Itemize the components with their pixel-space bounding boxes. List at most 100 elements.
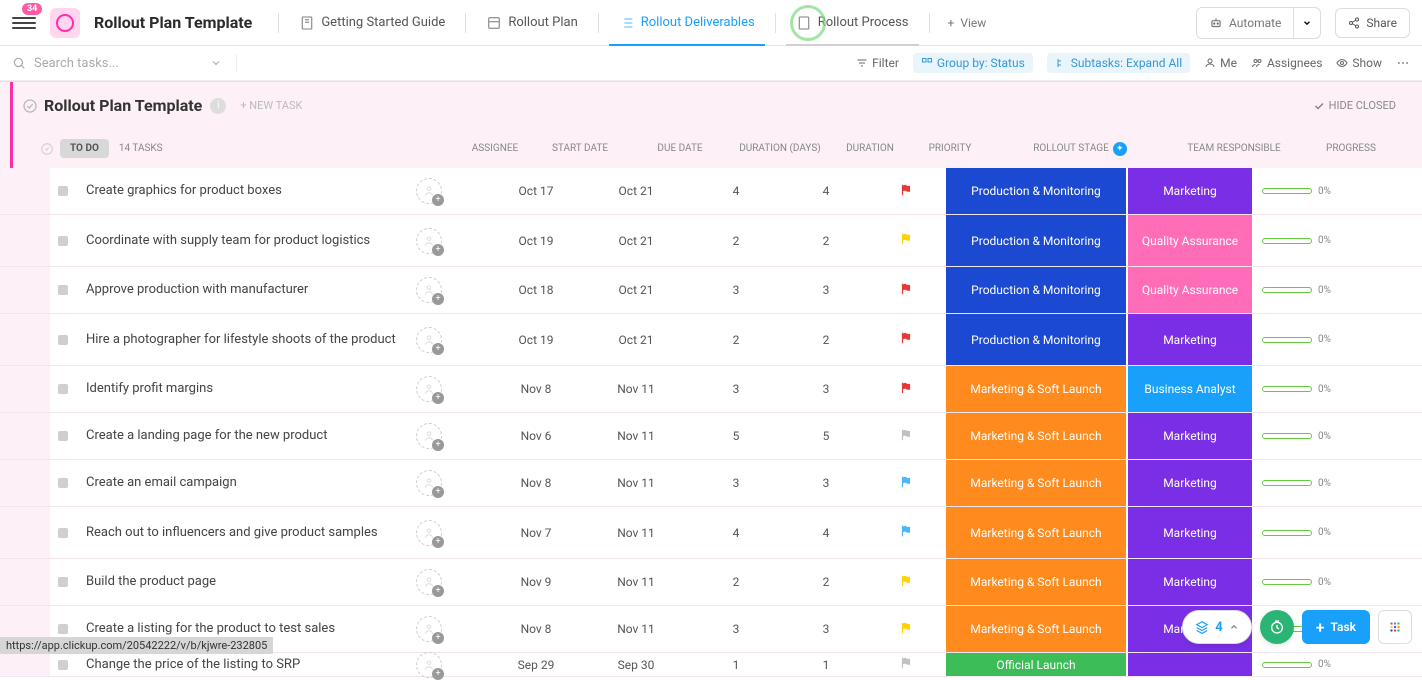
assignee-cell[interactable] <box>416 178 486 204</box>
team-tag[interactable]: Quality Assurance <box>1128 267 1252 313</box>
priority-cell[interactable] <box>866 574 946 591</box>
task-row[interactable]: Approve production with manufacturer Oct… <box>0 267 1422 314</box>
task-name[interactable]: Create a landing page for the new produc… <box>86 427 416 445</box>
assignee-cell[interactable] <box>416 652 486 678</box>
hide-closed-button[interactable]: HIDE CLOSED <box>1313 99 1396 112</box>
avatar-placeholder[interactable] <box>416 178 442 204</box>
status-square[interactable] <box>58 431 68 441</box>
team-tag[interactable]: Business Analyst <box>1128 366 1252 412</box>
automate-dropdown[interactable] <box>1293 8 1320 38</box>
status-chip[interactable]: TO DO <box>60 139 109 158</box>
assignee-cell[interactable] <box>416 470 486 496</box>
duration-cell[interactable]: 3 <box>786 476 866 490</box>
stage-tag[interactable]: Marketing & Soft Launch <box>946 606 1126 652</box>
task-row[interactable]: Reach out to influencers and give produc… <box>0 507 1422 559</box>
due-date-cell[interactable]: Nov 11 <box>586 622 686 636</box>
duration-days-cell[interactable]: 2 <box>686 333 786 347</box>
col-priority[interactable]: PRIORITY <box>910 143 990 154</box>
assignees-button[interactable]: Assignees <box>1251 56 1322 70</box>
due-date-cell[interactable]: Nov 11 <box>586 429 686 443</box>
col-assignee[interactable]: ASSIGNEE <box>460 143 530 154</box>
col-start[interactable]: START DATE <box>530 143 630 154</box>
team-tag[interactable]: Marketing <box>1128 507 1252 558</box>
priority-cell[interactable] <box>866 183 946 200</box>
due-date-cell[interactable]: Oct 21 <box>586 283 686 297</box>
stage-tag[interactable]: Marketing & Soft Launch <box>946 366 1126 412</box>
start-date-cell[interactable]: Nov 8 <box>486 622 586 636</box>
tab-deliverables[interactable]: Rollout Deliverables <box>609 1 765 45</box>
duration-cell[interactable]: 2 <box>786 234 866 248</box>
task-name[interactable]: Create graphics for product boxes <box>86 182 416 200</box>
status-square[interactable] <box>58 236 68 246</box>
task-name[interactable]: Hire a photographer for lifestyle shoots… <box>86 331 416 349</box>
status-square[interactable] <box>58 478 68 488</box>
col-duration[interactable]: DURATION <box>830 143 910 154</box>
start-date-cell[interactable]: Oct 18 <box>486 283 586 297</box>
avatar-placeholder[interactable] <box>416 470 442 496</box>
status-square[interactable] <box>58 577 68 587</box>
avatar-placeholder[interactable] <box>416 652 442 678</box>
due-date-cell[interactable]: Oct 21 <box>586 184 686 198</box>
priority-cell[interactable] <box>866 331 946 348</box>
task-row[interactable]: Coordinate with supply team for product … <box>0 215 1422 267</box>
new-task-fab[interactable]: + Task <box>1302 610 1370 644</box>
due-date-cell[interactable]: Nov 11 <box>586 575 686 589</box>
show-button[interactable]: Show <box>1336 56 1382 70</box>
duration-cell[interactable]: 4 <box>786 184 866 198</box>
assignee-cell[interactable] <box>416 376 486 402</box>
due-date-cell[interactable]: Nov 11 <box>586 382 686 396</box>
new-task-button[interactable]: + NEW TASK <box>240 99 302 112</box>
duration-days-cell[interactable]: 4 <box>686 526 786 540</box>
stage-tag[interactable]: Production & Monitoring <box>946 314 1126 365</box>
team-tag[interactable]: Marketing <box>1128 559 1252 605</box>
priority-cell[interactable] <box>866 475 946 492</box>
progress-cell[interactable]: 0% <box>1252 384 1352 395</box>
workspace-logo[interactable] <box>50 8 80 38</box>
assignee-cell[interactable] <box>416 277 486 303</box>
collapse-icon[interactable] <box>40 142 54 156</box>
start-date-cell[interactable]: Oct 19 <box>486 333 586 347</box>
stage-tag[interactable]: Production & Monitoring <box>946 215 1126 266</box>
progress-cell[interactable]: 0% <box>1252 478 1352 489</box>
progress-cell[interactable]: 0% <box>1252 186 1352 197</box>
assignee-cell[interactable] <box>416 228 486 254</box>
duration-days-cell[interactable]: 3 <box>686 622 786 636</box>
tab-plan[interactable]: Rollout Plan <box>476 1 587 45</box>
subtasks-button[interactable]: Subtasks: Expand All <box>1047 53 1190 73</box>
avatar-placeholder[interactable] <box>416 327 442 353</box>
task-name[interactable]: Build the product page <box>86 573 416 591</box>
selection-pill[interactable]: 4 <box>1182 610 1251 644</box>
start-date-cell[interactable]: Nov 8 <box>486 476 586 490</box>
task-name[interactable]: Identify profit margins <box>86 380 416 398</box>
duration-days-cell[interactable]: 5 <box>686 429 786 443</box>
duration-cell[interactable]: 4 <box>786 526 866 540</box>
share-button[interactable]: Share <box>1335 8 1410 38</box>
progress-cell[interactable]: 0% <box>1252 577 1352 588</box>
due-date-cell[interactable]: Oct 21 <box>586 333 686 347</box>
task-row[interactable]: Create a landing page for the new produc… <box>0 413 1422 460</box>
assignee-cell[interactable] <box>416 327 486 353</box>
duration-cell[interactable]: 3 <box>786 283 866 297</box>
progress-cell[interactable]: 0% <box>1252 285 1352 296</box>
team-tag[interactable]: Marketing <box>1128 413 1252 459</box>
team-tag[interactable]: Marketing <box>1128 460 1252 506</box>
col-due[interactable]: DUE DATE <box>630 143 730 154</box>
duration-cell[interactable]: 3 <box>786 622 866 636</box>
status-square[interactable] <box>58 285 68 295</box>
duration-cell[interactable]: 1 <box>786 658 866 672</box>
group-by-button[interactable]: Group by: Status <box>913 53 1033 73</box>
task-row[interactable]: Build the product page Nov 9 Nov 11 2 2 … <box>0 559 1422 606</box>
avatar-placeholder[interactable] <box>416 376 442 402</box>
task-name[interactable]: Coordinate with supply team for product … <box>86 232 416 250</box>
notification-badge[interactable]: 34 <box>22 3 42 15</box>
progress-cell[interactable]: 0% <box>1252 431 1352 442</box>
start-date-cell[interactable]: Nov 6 <box>486 429 586 443</box>
status-square[interactable] <box>58 186 68 196</box>
team-tag[interactable]: Marketing <box>1128 168 1252 214</box>
task-row[interactable]: Create graphics for product boxes Oct 17… <box>0 168 1422 215</box>
assignee-cell[interactable] <box>416 616 486 642</box>
start-date-cell[interactable]: Sep 29 <box>486 658 586 672</box>
task-name[interactable]: Change the price of the listing to SRP <box>86 656 416 674</box>
start-date-cell[interactable]: Oct 19 <box>486 234 586 248</box>
me-button[interactable]: Me <box>1204 56 1237 70</box>
